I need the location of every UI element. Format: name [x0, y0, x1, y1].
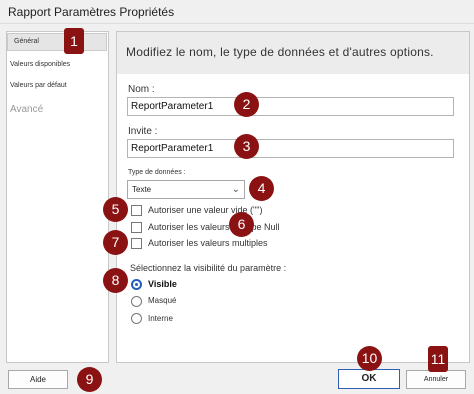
annotation-marker-1: 1 — [64, 28, 84, 54]
annotation-marker-5: 5 — [103, 197, 128, 222]
allow-blank-checkbox[interactable] — [131, 205, 142, 216]
annotation-marker-7: 7 — [103, 230, 128, 255]
allow-null-label: Autoriser les valeurs de type Null — [148, 222, 280, 232]
name-label: Nom : — [128, 84, 155, 95]
help-button[interactable]: Aide — [8, 370, 68, 389]
prompt-input[interactable]: ReportParameter1 — [127, 139, 454, 158]
allow-multiple-label: Autoriser les valeurs multiples — [148, 238, 268, 248]
datatype-select[interactable]: Texte ⌄ — [127, 180, 245, 199]
annotation-marker-11: 11 — [428, 346, 448, 372]
sidebar-item-advanced[interactable]: Avancé — [10, 104, 43, 115]
allow-null-checkbox[interactable] — [131, 222, 142, 233]
visible-radio-label: Visible — [148, 279, 177, 289]
datatype-value: Texte — [132, 185, 152, 194]
sidebar-item-general[interactable]: Général — [14, 38, 39, 45]
sidebar-item-available-values[interactable]: Valeurs disponibles — [10, 61, 70, 68]
annotation-marker-10: 10 — [357, 346, 382, 371]
annotation-marker-6: 6 — [229, 212, 254, 237]
cancel-button[interactable]: Annuler — [406, 370, 466, 389]
name-input[interactable]: ReportParameter1 — [127, 97, 454, 116]
allow-multiple-checkbox[interactable] — [131, 238, 142, 249]
window-title: Rapport Paramètres Propriétés — [8, 5, 175, 19]
sidebar-item-default-values[interactable]: Valeurs par défaut — [10, 82, 67, 89]
visibility-label: Sélectionnez la visibilité du paramètre … — [130, 263, 287, 273]
annotation-marker-3: 3 — [234, 134, 259, 159]
datatype-label: Type de données : — [128, 169, 186, 176]
annotation-marker-2: 2 — [234, 92, 259, 117]
annotation-marker-9: 9 — [77, 367, 102, 392]
annotation-marker-4: 4 — [249, 176, 274, 201]
annotation-marker-8: 8 — [103, 268, 128, 293]
prompt-label: Invite : — [128, 126, 158, 137]
panel-description: Modifiez le nom, le type de données et d… — [126, 45, 434, 59]
chevron-down-icon: ⌄ — [231, 184, 240, 195]
title-bar: Rapport Paramètres Propriétés — [0, 0, 474, 24]
hidden-radio-label: Masqué — [148, 296, 177, 305]
visible-radio[interactable] — [131, 279, 142, 290]
internal-radio[interactable] — [131, 313, 142, 324]
internal-radio-label: Interne — [148, 314, 173, 323]
hidden-radio[interactable] — [131, 296, 142, 307]
sidebar — [6, 31, 109, 363]
ok-button[interactable]: OK — [338, 369, 400, 389]
